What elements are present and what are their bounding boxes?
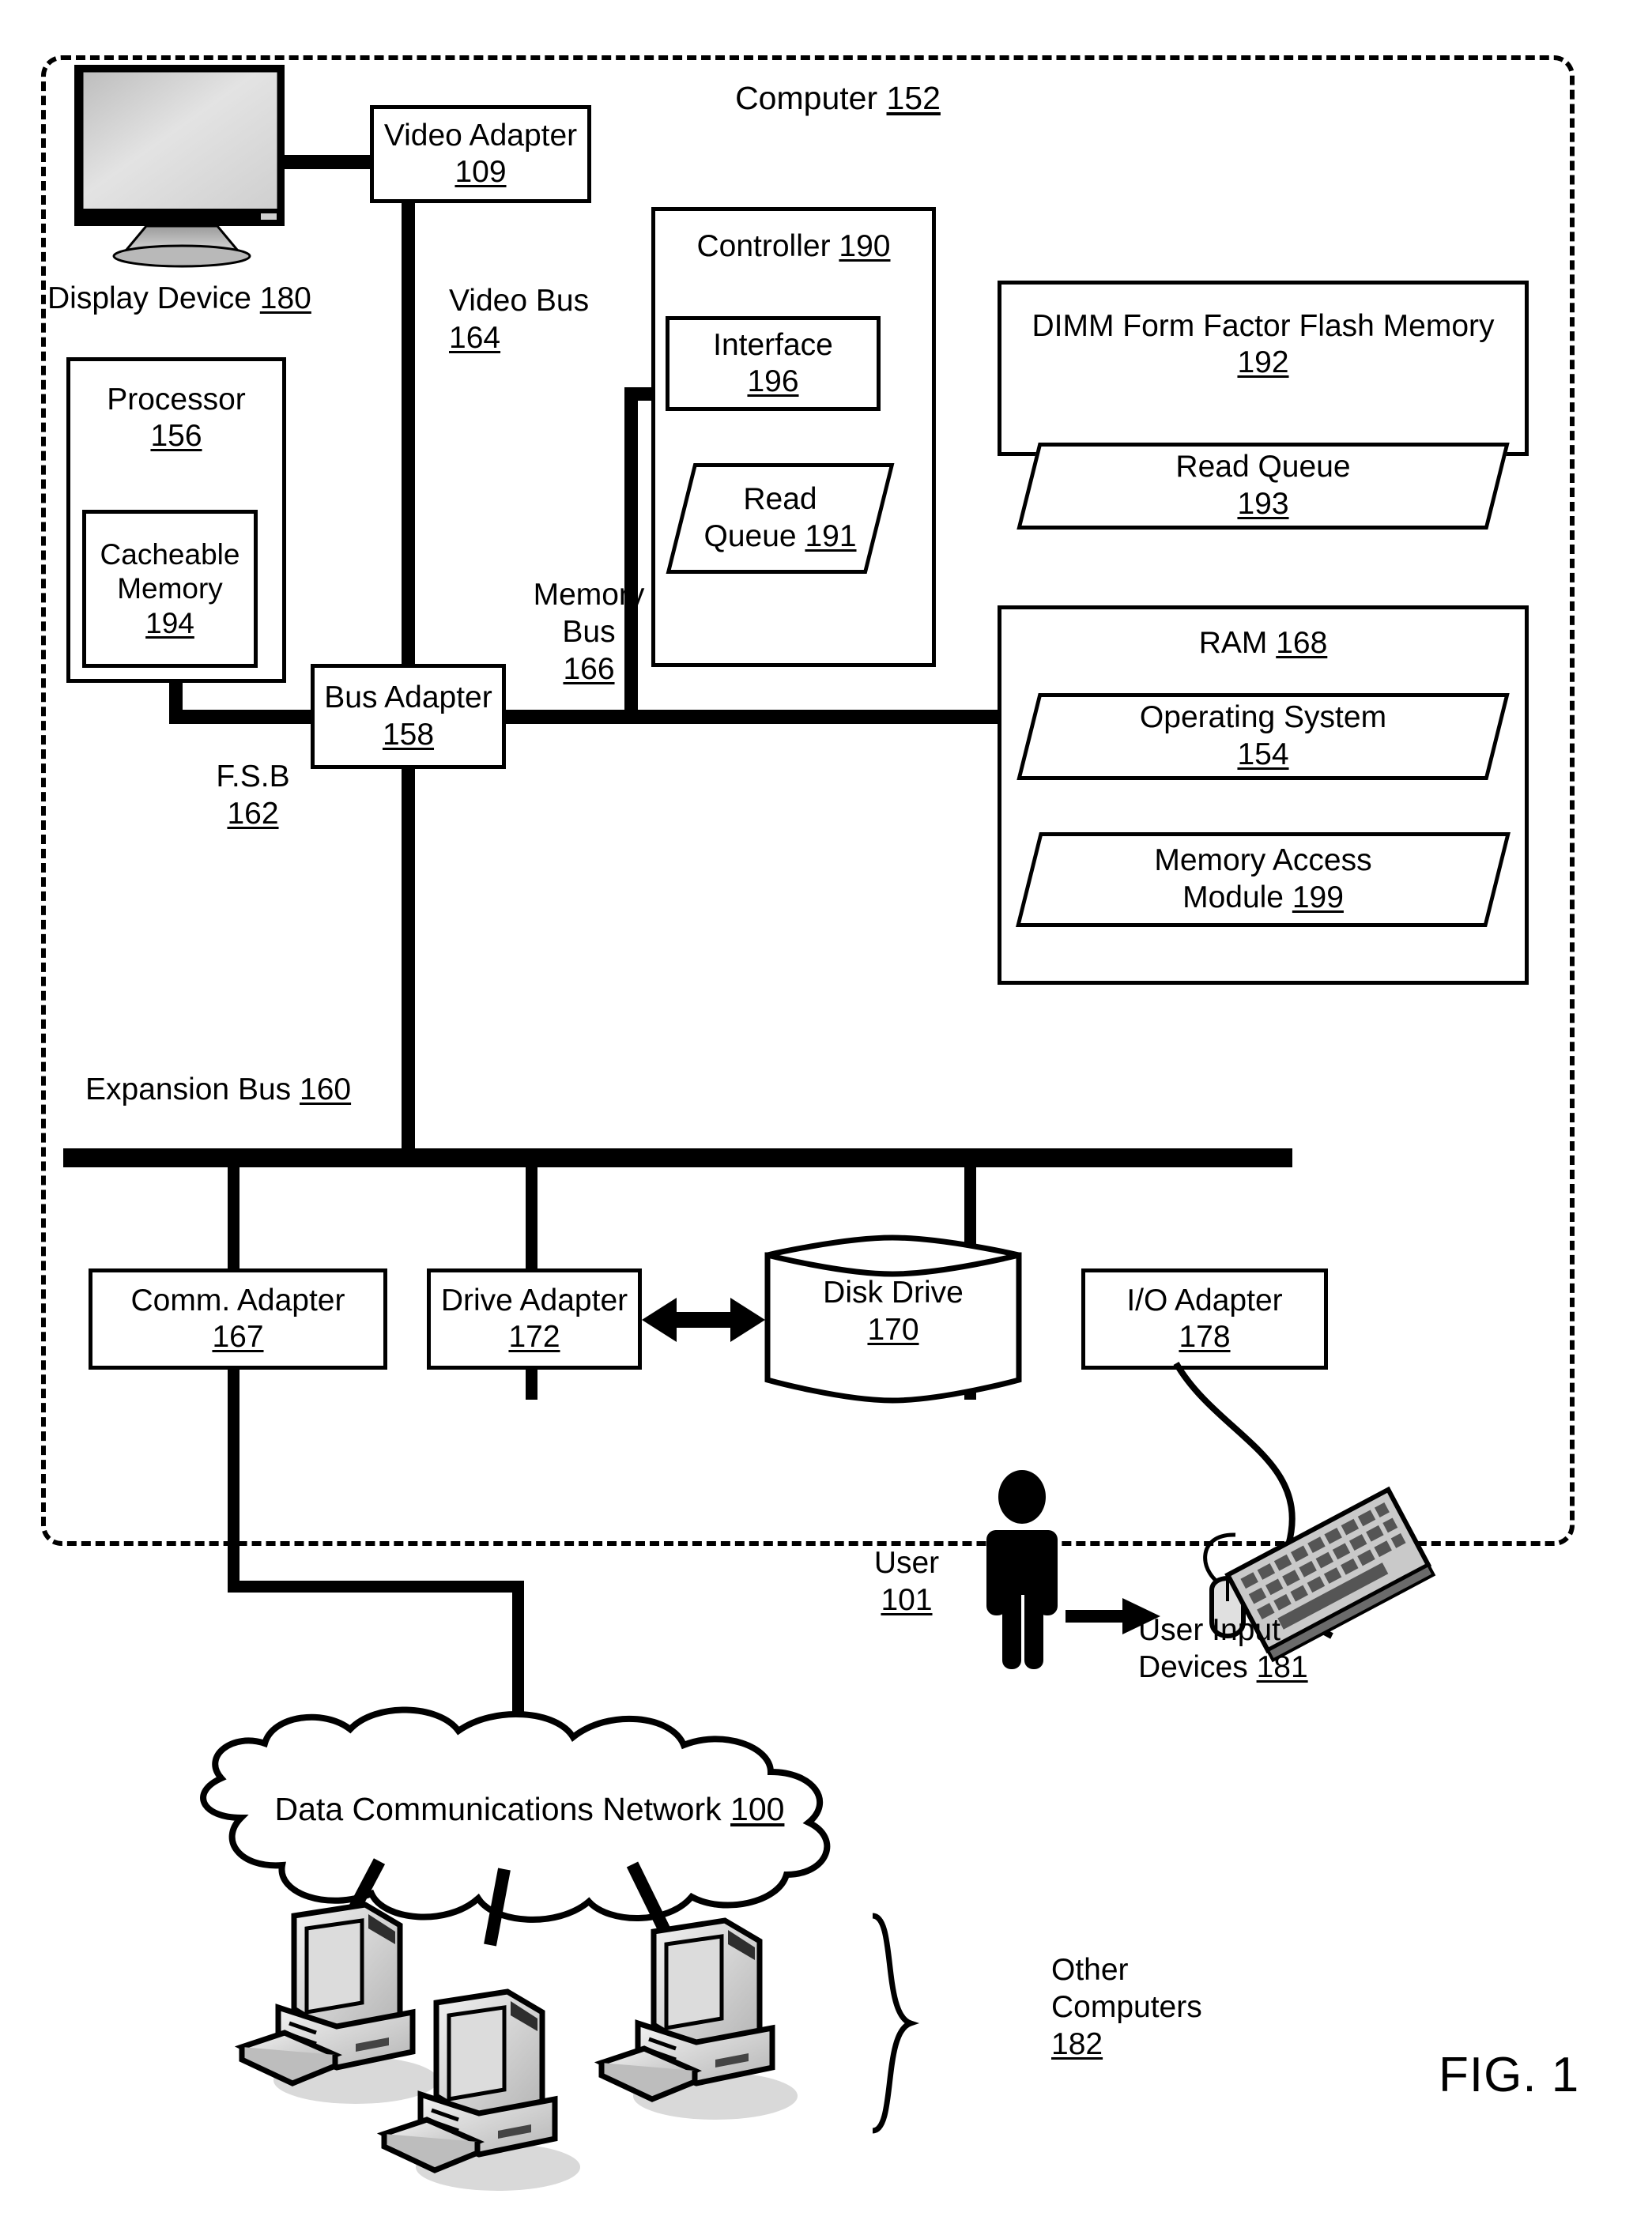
expansion-bus-line xyxy=(63,1148,1292,1167)
wire-video-bus xyxy=(402,202,415,718)
computer-title-text: Computer xyxy=(735,80,878,116)
expansion-bus-ref: 160 xyxy=(300,1072,352,1106)
wire-front-side-bus xyxy=(169,710,999,724)
controller-box: Controller 190 xyxy=(651,207,936,667)
figure-caption: FIG. 1 xyxy=(1439,2048,1580,2102)
memory-access-module-ref: 199 xyxy=(1292,880,1344,914)
expansion-bus-label: Expansion Bus 160 xyxy=(85,1072,449,1109)
cacheable-memory-box: Cacheable Memory 194 xyxy=(82,510,258,668)
controller-ref: 190 xyxy=(839,229,891,263)
expansion-bus-label-text: Expansion Bus xyxy=(85,1072,292,1106)
double-arrow-icon xyxy=(642,1298,765,1342)
flash-memory-label: DIMM Form Factor Flash Memory xyxy=(1032,309,1495,343)
cacheable-memory-label-2: Memory xyxy=(117,572,223,605)
disk-drive-label-text: Disk Drive xyxy=(823,1276,964,1310)
other-computers-label-2: Computers xyxy=(1051,1989,1202,2024)
fsb-label-text: F.S.B xyxy=(216,760,290,793)
controller-read-queue-ref: 191 xyxy=(805,519,857,553)
video-adapter-label: Video Adapter xyxy=(383,118,578,153)
network-label: Data Communications Network 100 xyxy=(182,1790,877,1829)
curly-brace-icon xyxy=(872,1913,919,2134)
ram-label: RAM xyxy=(1198,626,1268,660)
controller-read-queue-label-1: Read xyxy=(743,482,817,517)
display-device-label-text: Display Device xyxy=(47,281,251,315)
io-adapter-label: I/O Adapter xyxy=(1126,1283,1283,1317)
user-ref: 101 xyxy=(881,1582,933,1617)
video-adapter-box: Video Adapter 109 xyxy=(370,105,591,203)
crt-monitor-icon xyxy=(74,65,285,268)
flash-read-queue-shape: Read Queue 193 xyxy=(1016,443,1510,530)
computer-title: Computer 152 xyxy=(696,79,980,118)
network-label-text: Data Communications Network xyxy=(274,1791,722,1827)
drive-adapter-label: Drive Adapter xyxy=(440,1283,628,1317)
video-bus-label-text: Video Bus xyxy=(449,284,590,318)
video-adapter-ref: 109 xyxy=(454,155,507,189)
controller-read-queue-shape: Read Queue 191 xyxy=(666,463,895,574)
ram-box: RAM 168 xyxy=(998,605,1529,985)
drive-adapter-ref: 172 xyxy=(508,1320,560,1354)
wire-comm-adapter-right xyxy=(228,1581,524,1593)
flash-read-queue-label: Read Queue xyxy=(1175,450,1351,484)
flash-read-queue-ref: 193 xyxy=(1237,487,1289,521)
comm-adapter-box: Comm. Adapter 167 xyxy=(89,1268,387,1370)
bus-adapter-label: Bus Adapter xyxy=(324,680,492,715)
interface-label: Interface xyxy=(713,327,833,362)
user-label-text: User xyxy=(873,1546,940,1580)
disk-drive-label: Disk Drive 170 xyxy=(763,1275,1024,1349)
cacheable-memory-ref: 194 xyxy=(145,606,194,639)
bus-adapter-box: Bus Adapter 158 xyxy=(311,664,506,769)
display-device-ref: 180 xyxy=(259,281,311,315)
memory-access-module-shape: Memory Access Module 199 xyxy=(1016,832,1511,927)
operating-system-shape: Operating System 154 xyxy=(1016,693,1510,780)
other-computers-label-1: Other xyxy=(1051,1953,1129,1987)
user-input-devices-label-2: Devices xyxy=(1138,1649,1248,1684)
person-icon xyxy=(986,1470,1058,1669)
desktop-computer-icon xyxy=(594,1917,798,2120)
network-ref: 100 xyxy=(730,1791,785,1827)
comm-adapter-label: Comm. Adapter xyxy=(130,1283,345,1317)
memory-access-module-label-2: Module xyxy=(1182,880,1284,914)
other-computers-ref: 182 xyxy=(1051,2026,1103,2061)
processor-ref: 156 xyxy=(150,419,202,454)
controller-read-queue-label-2: Queue xyxy=(703,519,797,553)
operating-system-label: Operating System xyxy=(1139,700,1387,735)
io-adapter-ref: 178 xyxy=(1179,1320,1231,1354)
memory-bus-label-2: Bus xyxy=(562,614,616,649)
desktop-computer-icon xyxy=(376,1988,580,2191)
io-adapter-box: I/O Adapter 178 xyxy=(1081,1268,1328,1370)
fsb-label: F.S.B 162 xyxy=(158,759,348,833)
wire-comm-adapter-down xyxy=(228,1370,240,1592)
cacheable-memory-label-1: Cacheable xyxy=(100,537,240,571)
disk-drive-ref: 170 xyxy=(867,1312,919,1347)
wire-display-to-video-adapter xyxy=(278,155,373,169)
comm-adapter-ref: 167 xyxy=(212,1320,264,1354)
memory-bus-ref: 166 xyxy=(563,651,615,686)
drive-adapter-box: Drive Adapter 172 xyxy=(427,1268,642,1370)
flash-memory-box: DIMM Form Factor Flash Memory 192 xyxy=(998,281,1529,456)
figure-canvas: Computer 152 Display Device 180 Video Ad… xyxy=(0,0,1652,2224)
computer-title-ref: 152 xyxy=(886,80,941,116)
interface-ref: 196 xyxy=(747,364,799,398)
other-computers-label: Other Computers 182 xyxy=(1051,1952,1304,2063)
interface-box: Interface 196 xyxy=(666,316,881,411)
flash-memory-ref: 192 xyxy=(1237,345,1289,380)
user-input-devices-label-1: User Input xyxy=(1138,1613,1280,1647)
user-input-devices-ref: 181 xyxy=(1256,1649,1308,1684)
fsb-ref: 162 xyxy=(227,796,279,831)
user-label: User 101 xyxy=(839,1545,974,1619)
operating-system-ref: 154 xyxy=(1237,737,1289,771)
memory-bus-label-1: Memory xyxy=(533,578,645,612)
ram-ref: 168 xyxy=(1276,626,1328,660)
memory-access-module-label-1: Memory Access xyxy=(1154,843,1372,878)
controller-label: Controller xyxy=(696,229,831,263)
user-input-devices-label: User Input Devices 181 xyxy=(1138,1612,1423,1687)
display-device-label: Display Device 180 xyxy=(47,281,379,318)
processor-label: Processor xyxy=(107,383,246,417)
video-bus-ref: 164 xyxy=(449,320,501,355)
bus-adapter-ref: 158 xyxy=(382,717,435,752)
